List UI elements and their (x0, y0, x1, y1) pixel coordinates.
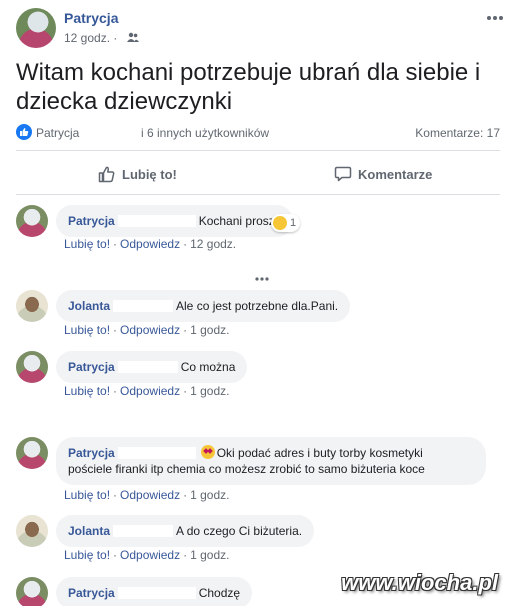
commenter-name[interactable]: Patrycja (68, 214, 115, 228)
comment-reply-link[interactable]: Odpowiedz (120, 488, 180, 502)
like-button-label: Lubię to! (122, 166, 177, 182)
thumbs-up-icon (98, 166, 115, 183)
redaction-block (113, 300, 174, 312)
reactions-summary: Patrycja i 6 innych użytkowników Komenta… (16, 123, 500, 143)
comment-reply-link[interactable]: Odpowiedz (120, 548, 180, 562)
comment-actions: Lubię to! · Odpowiedz · 1 godz. (64, 384, 230, 398)
commenter-name[interactable]: Patrycja (68, 586, 115, 600)
reaction-name[interactable]: Patrycja (36, 126, 79, 140)
comment-icon (334, 166, 352, 182)
comment-reaction-count: 1 (290, 217, 297, 229)
more-replies-icon[interactable] (255, 268, 269, 286)
author-avatar[interactable] (16, 8, 56, 48)
comment-time[interactable]: 1 godz. (190, 488, 229, 502)
comment-like-link[interactable]: Lubię to! (64, 323, 110, 337)
post-text: Witam kochani potrzebuje ubrań dla siebi… (16, 59, 481, 115)
comment-like-link[interactable]: Lubię to! (64, 548, 110, 562)
star-struck-emoji-icon (200, 445, 215, 459)
post-meta: 12 godz. · (64, 31, 139, 45)
commenter-name[interactable]: Jolanta (68, 524, 110, 538)
comment-bubble: Patrycja Oki podać adres i buty torby kos… (56, 437, 486, 485)
post-header: Patrycja 12 godz. · (16, 6, 508, 52)
divider (16, 194, 500, 195)
more-options-icon[interactable] (486, 8, 508, 24)
comment-bubble: Patrycja Kochani proszę (56, 205, 294, 237)
comment-text: Co można (180, 360, 236, 374)
commenter-avatar[interactable] (16, 205, 48, 237)
comment-button[interactable]: Komentarze (334, 154, 432, 194)
comment-time[interactable]: 1 godz. (190, 323, 229, 337)
comment-bubble: Patrycja Chodzę (56, 577, 253, 606)
divider (16, 150, 500, 151)
commenter-name[interactable]: Patrycja (68, 360, 115, 374)
comment-text: Kochani proszę (198, 214, 282, 228)
post-author-name[interactable]: Patrycja (64, 10, 118, 26)
commenter-avatar[interactable] (16, 577, 48, 606)
comment-text-line2: pościele firanki itp chemia co możesz zr… (68, 462, 425, 476)
redaction-block (117, 361, 178, 373)
redaction-block (117, 587, 196, 599)
comment-reply-link[interactable]: Odpowiedz (120, 237, 180, 251)
comment-like-link[interactable]: Lubię to! (64, 384, 110, 398)
redaction-block (117, 215, 196, 227)
comment-reply-link[interactable]: Odpowiedz (120, 323, 180, 337)
comment-bubble: Patrycja Co można (56, 351, 248, 383)
comment-actions: Lubię to! · Odpowiedz · 1 godz. (64, 323, 230, 337)
comment-text-line1: Oki podać adres i buty torby kosmetyki (216, 446, 423, 460)
comment-text: Chodzę (198, 586, 241, 600)
comment-actions: Lubię to! · Odpowiedz · 1 godz. (64, 548, 230, 562)
comment-actions: Lubię to! · Odpowiedz · 1 godz. (64, 488, 230, 502)
laughing-emoji-icon (273, 216, 287, 230)
like-button[interactable]: Lubię to! (98, 154, 177, 194)
comment-time[interactable]: 12 godz. (190, 237, 236, 251)
comment-text: A do czego Ci biżuteria. (176, 524, 303, 538)
comment-time[interactable]: 1 godz. (190, 548, 229, 562)
watermark: www.wiocha.pl (341, 570, 498, 595)
like-reaction-icon[interactable] (16, 124, 32, 140)
comment-like-link[interactable]: Lubię to! (64, 488, 110, 502)
comment-reply-link[interactable]: Odpowiedz (120, 384, 180, 398)
reaction-others[interactable]: i 6 innych użytkowników (141, 126, 269, 140)
comment-reaction-chip[interactable]: 1 (271, 214, 301, 232)
friends-audience-icon[interactable] (126, 31, 139, 45)
comment-bubble: Jolanta A do czego Ci biżuteria. (56, 515, 315, 547)
comment-like-link[interactable]: Lubię to! (64, 237, 110, 251)
commenter-avatar[interactable] (16, 351, 48, 383)
comment-time[interactable]: 1 godz. (190, 384, 229, 398)
commenter-name[interactable]: Jolanta (68, 299, 110, 313)
commenter-name[interactable]: Patrycja (68, 446, 115, 460)
comment-actions: Lubię to! · Odpowiedz · 12 godz. (64, 237, 237, 251)
comment-text: Ale co jest potrzebne dla.Pani. (176, 299, 339, 313)
comments-count[interactable]: Komentarze: 17 (415, 126, 500, 140)
commenter-avatar[interactable] (16, 437, 48, 469)
commenter-avatar[interactable] (16, 515, 48, 547)
comment-button-label: Komentarze (358, 166, 433, 182)
commenter-avatar[interactable] (16, 290, 48, 322)
redaction-block (117, 447, 196, 459)
redaction-block (113, 525, 174, 537)
post-actions: Lubię to! Komentarze (16, 154, 500, 194)
post-time[interactable]: 12 godz. · (64, 31, 117, 45)
comment-bubble: Jolanta Ale co jest potrzebne dla.Pani. (56, 290, 351, 322)
